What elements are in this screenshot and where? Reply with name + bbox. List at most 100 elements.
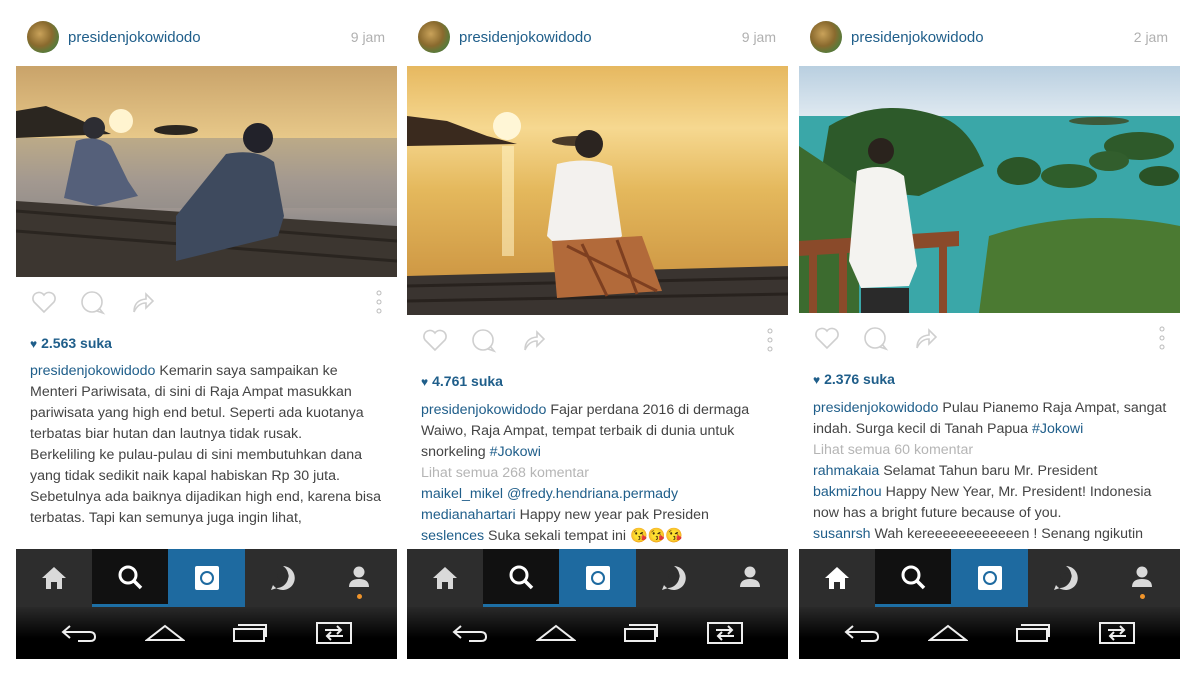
like-heart-icon[interactable] bbox=[421, 326, 449, 354]
caption-hashtag[interactable]: #Jokowi bbox=[490, 444, 541, 460]
recents-icon[interactable] bbox=[1015, 622, 1051, 644]
tab-profile[interactable] bbox=[712, 549, 788, 607]
tab-camera[interactable] bbox=[951, 549, 1028, 607]
profile-icon bbox=[739, 566, 760, 587]
like-heart-icon[interactable] bbox=[30, 288, 58, 316]
see-all-comments-link[interactable]: Lihat semua 60 komentar bbox=[813, 440, 1169, 461]
tab-camera[interactable] bbox=[559, 549, 636, 607]
post-actions bbox=[407, 320, 788, 360]
caption-username[interactable]: presidenjokowidodo bbox=[421, 402, 546, 418]
avatar[interactable] bbox=[810, 21, 842, 53]
tab-activity[interactable] bbox=[636, 549, 712, 607]
post-header: presidenjokowidodo 2 jam bbox=[799, 16, 1180, 58]
post-username[interactable]: presidenjokowidodo bbox=[459, 29, 592, 46]
android-nav-bar bbox=[799, 607, 1180, 659]
tab-home[interactable] bbox=[16, 549, 92, 607]
tab-home[interactable] bbox=[407, 549, 483, 607]
post-caption: presidenjokowidodo Pulau Pianemo Raja Am… bbox=[813, 398, 1169, 545]
comment-username[interactable]: maikel_mikel bbox=[421, 486, 503, 502]
comment-username[interactable]: bakmizhou bbox=[813, 484, 882, 500]
home-icon bbox=[825, 567, 850, 589]
like-count[interactable]: ♥ 4.761 suka bbox=[421, 373, 503, 389]
more-options-icon[interactable] bbox=[375, 288, 383, 316]
switch-app-icon[interactable] bbox=[706, 621, 744, 645]
see-all-comments-link[interactable]: Lihat semua 268 komentar bbox=[421, 463, 777, 484]
activity-heart-icon bbox=[270, 566, 295, 590]
home-nav-icon[interactable] bbox=[144, 622, 185, 644]
switch-app-icon[interactable] bbox=[315, 621, 353, 645]
tab-home[interactable] bbox=[799, 549, 875, 607]
tab-camera[interactable] bbox=[168, 549, 245, 607]
post-panel-1: presidenjokowidodo 9 jam ♥ 2.563 suka pr… bbox=[16, 0, 397, 675]
comment: bakmizhou Happy New Year, Mr. President!… bbox=[813, 482, 1169, 524]
switch-app-icon[interactable] bbox=[1098, 621, 1136, 645]
notification-dot bbox=[1139, 594, 1145, 599]
recents-icon[interactable] bbox=[623, 622, 659, 644]
like-heart-icon[interactable] bbox=[813, 324, 841, 352]
bottom-tab-bar bbox=[799, 549, 1180, 607]
caption-username[interactable]: presidenjokowidodo bbox=[30, 363, 155, 379]
post-photo[interactable] bbox=[407, 66, 788, 315]
bottom-tab-bar bbox=[407, 549, 788, 607]
tab-profile[interactable] bbox=[1104, 549, 1180, 607]
comment: rahmakaia Selamat Tahun baru Mr. Preside… bbox=[813, 461, 1169, 482]
activity-heart-icon bbox=[661, 566, 686, 590]
home-nav-icon[interactable] bbox=[535, 622, 576, 644]
post-username[interactable]: presidenjokowidodo bbox=[851, 29, 984, 46]
post-time: 2 jam bbox=[1133, 29, 1168, 45]
post-username[interactable]: presidenjokowidodo bbox=[68, 29, 201, 46]
comment-text: Happy new year pak Presiden bbox=[519, 507, 709, 523]
tab-profile[interactable] bbox=[321, 549, 397, 607]
comment-username[interactable]: seslences bbox=[421, 528, 484, 544]
share-arrow-icon[interactable] bbox=[519, 326, 547, 354]
comment-username[interactable]: susanrsh bbox=[813, 526, 871, 542]
back-icon[interactable] bbox=[60, 622, 98, 644]
comment-bubble-icon[interactable] bbox=[469, 326, 497, 354]
share-arrow-icon[interactable] bbox=[911, 324, 939, 352]
more-options-icon[interactable] bbox=[1158, 324, 1166, 352]
like-count[interactable]: ♥ 2.563 suka bbox=[30, 335, 112, 351]
comment-text: Suka sekali tempat ini 😘😘😘 bbox=[488, 528, 683, 544]
profile-icon bbox=[1131, 566, 1152, 587]
recents-icon[interactable] bbox=[232, 622, 268, 644]
comment-username[interactable]: medianahartari bbox=[421, 507, 516, 523]
tab-search[interactable] bbox=[875, 549, 952, 607]
post-caption: presidenjokowidodo Kemarin saya sampaika… bbox=[30, 361, 386, 529]
post-panel-2: presidenjokowidodo 9 jam ♥ 4.761 suka pr… bbox=[407, 0, 788, 675]
camera-icon bbox=[585, 566, 610, 590]
post-actions bbox=[799, 318, 1180, 358]
comment-text[interactable]: @fredy.hendriana.permady bbox=[507, 486, 678, 502]
post-photo[interactable] bbox=[799, 66, 1180, 313]
caption-username[interactable]: presidenjokowidodo bbox=[813, 400, 938, 416]
back-icon[interactable] bbox=[451, 622, 489, 644]
more-options-icon[interactable] bbox=[766, 326, 774, 354]
comment-username[interactable]: rahmakaia bbox=[813, 463, 879, 479]
comment: medianahartari Happy new year pak Presid… bbox=[421, 505, 777, 526]
bottom-tab-bar bbox=[16, 549, 397, 607]
activity-heart-icon bbox=[1053, 566, 1078, 590]
like-count[interactable]: ♥ 2.376 suka bbox=[813, 371, 895, 387]
tab-search[interactable] bbox=[483, 549, 560, 607]
comment-text: Selamat Tahun baru Mr. President bbox=[883, 463, 1098, 479]
post-photo[interactable] bbox=[16, 66, 397, 277]
tab-activity[interactable] bbox=[245, 549, 321, 607]
comment-bubble-icon[interactable] bbox=[78, 288, 106, 316]
back-icon[interactable] bbox=[843, 622, 881, 644]
avatar[interactable] bbox=[27, 21, 59, 53]
caption-hashtag[interactable]: #Jokowi bbox=[1032, 421, 1083, 437]
caption-text-continued: Berkeliling ke pulau-pulau di sini membu… bbox=[30, 447, 382, 526]
search-icon bbox=[509, 565, 534, 589]
avatar[interactable] bbox=[418, 21, 450, 53]
tab-search[interactable] bbox=[92, 549, 169, 607]
like-count-heart-icon: ♥ bbox=[30, 337, 38, 351]
share-arrow-icon[interactable] bbox=[128, 288, 156, 316]
post-time: 9 jam bbox=[741, 29, 776, 45]
post-header: presidenjokowidodo 9 jam bbox=[16, 16, 397, 58]
home-nav-icon[interactable] bbox=[927, 622, 968, 644]
comment-bubble-icon[interactable] bbox=[861, 324, 889, 352]
tab-activity[interactable] bbox=[1028, 549, 1104, 607]
comment: seslences Suka sekali tempat ini 😘😘😘 bbox=[421, 526, 777, 547]
camera-icon bbox=[194, 566, 219, 590]
android-nav-bar bbox=[407, 607, 788, 659]
like-count-heart-icon: ♥ bbox=[813, 373, 821, 387]
